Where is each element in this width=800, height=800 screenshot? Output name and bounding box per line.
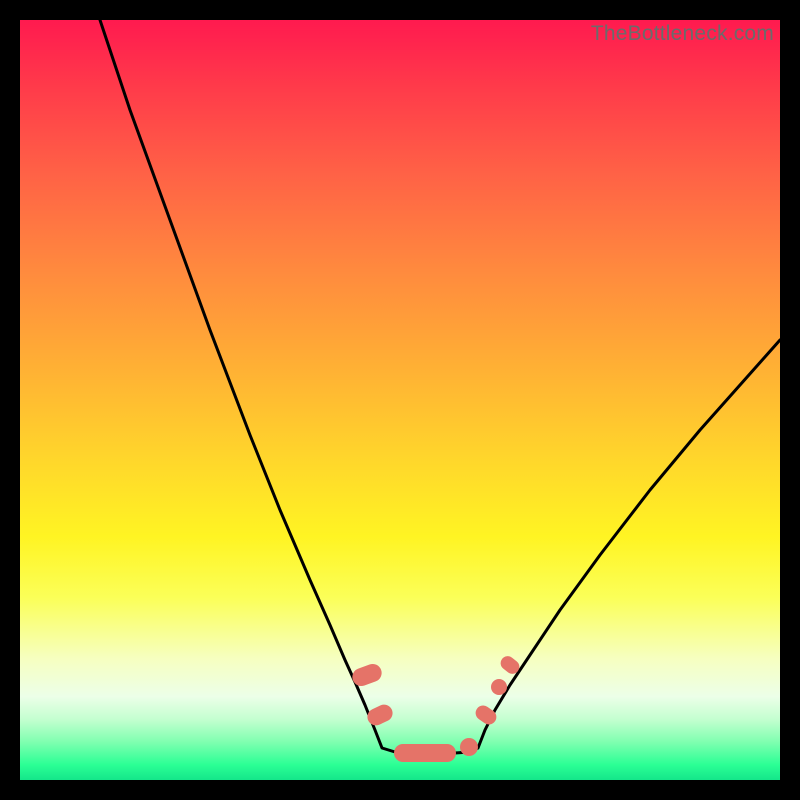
marker-capsule [394,744,456,762]
marker-dot [491,679,507,695]
curve-group [100,20,780,753]
bottleneck-curve [100,20,780,753]
chart-frame: TheBottleneck.com [20,20,780,780]
marker-dot [460,738,478,756]
marker-capsule [473,703,500,728]
watermark-label: TheBottleneck.com [591,22,774,46]
chart-svg [20,20,780,780]
marker-capsule [365,702,396,728]
